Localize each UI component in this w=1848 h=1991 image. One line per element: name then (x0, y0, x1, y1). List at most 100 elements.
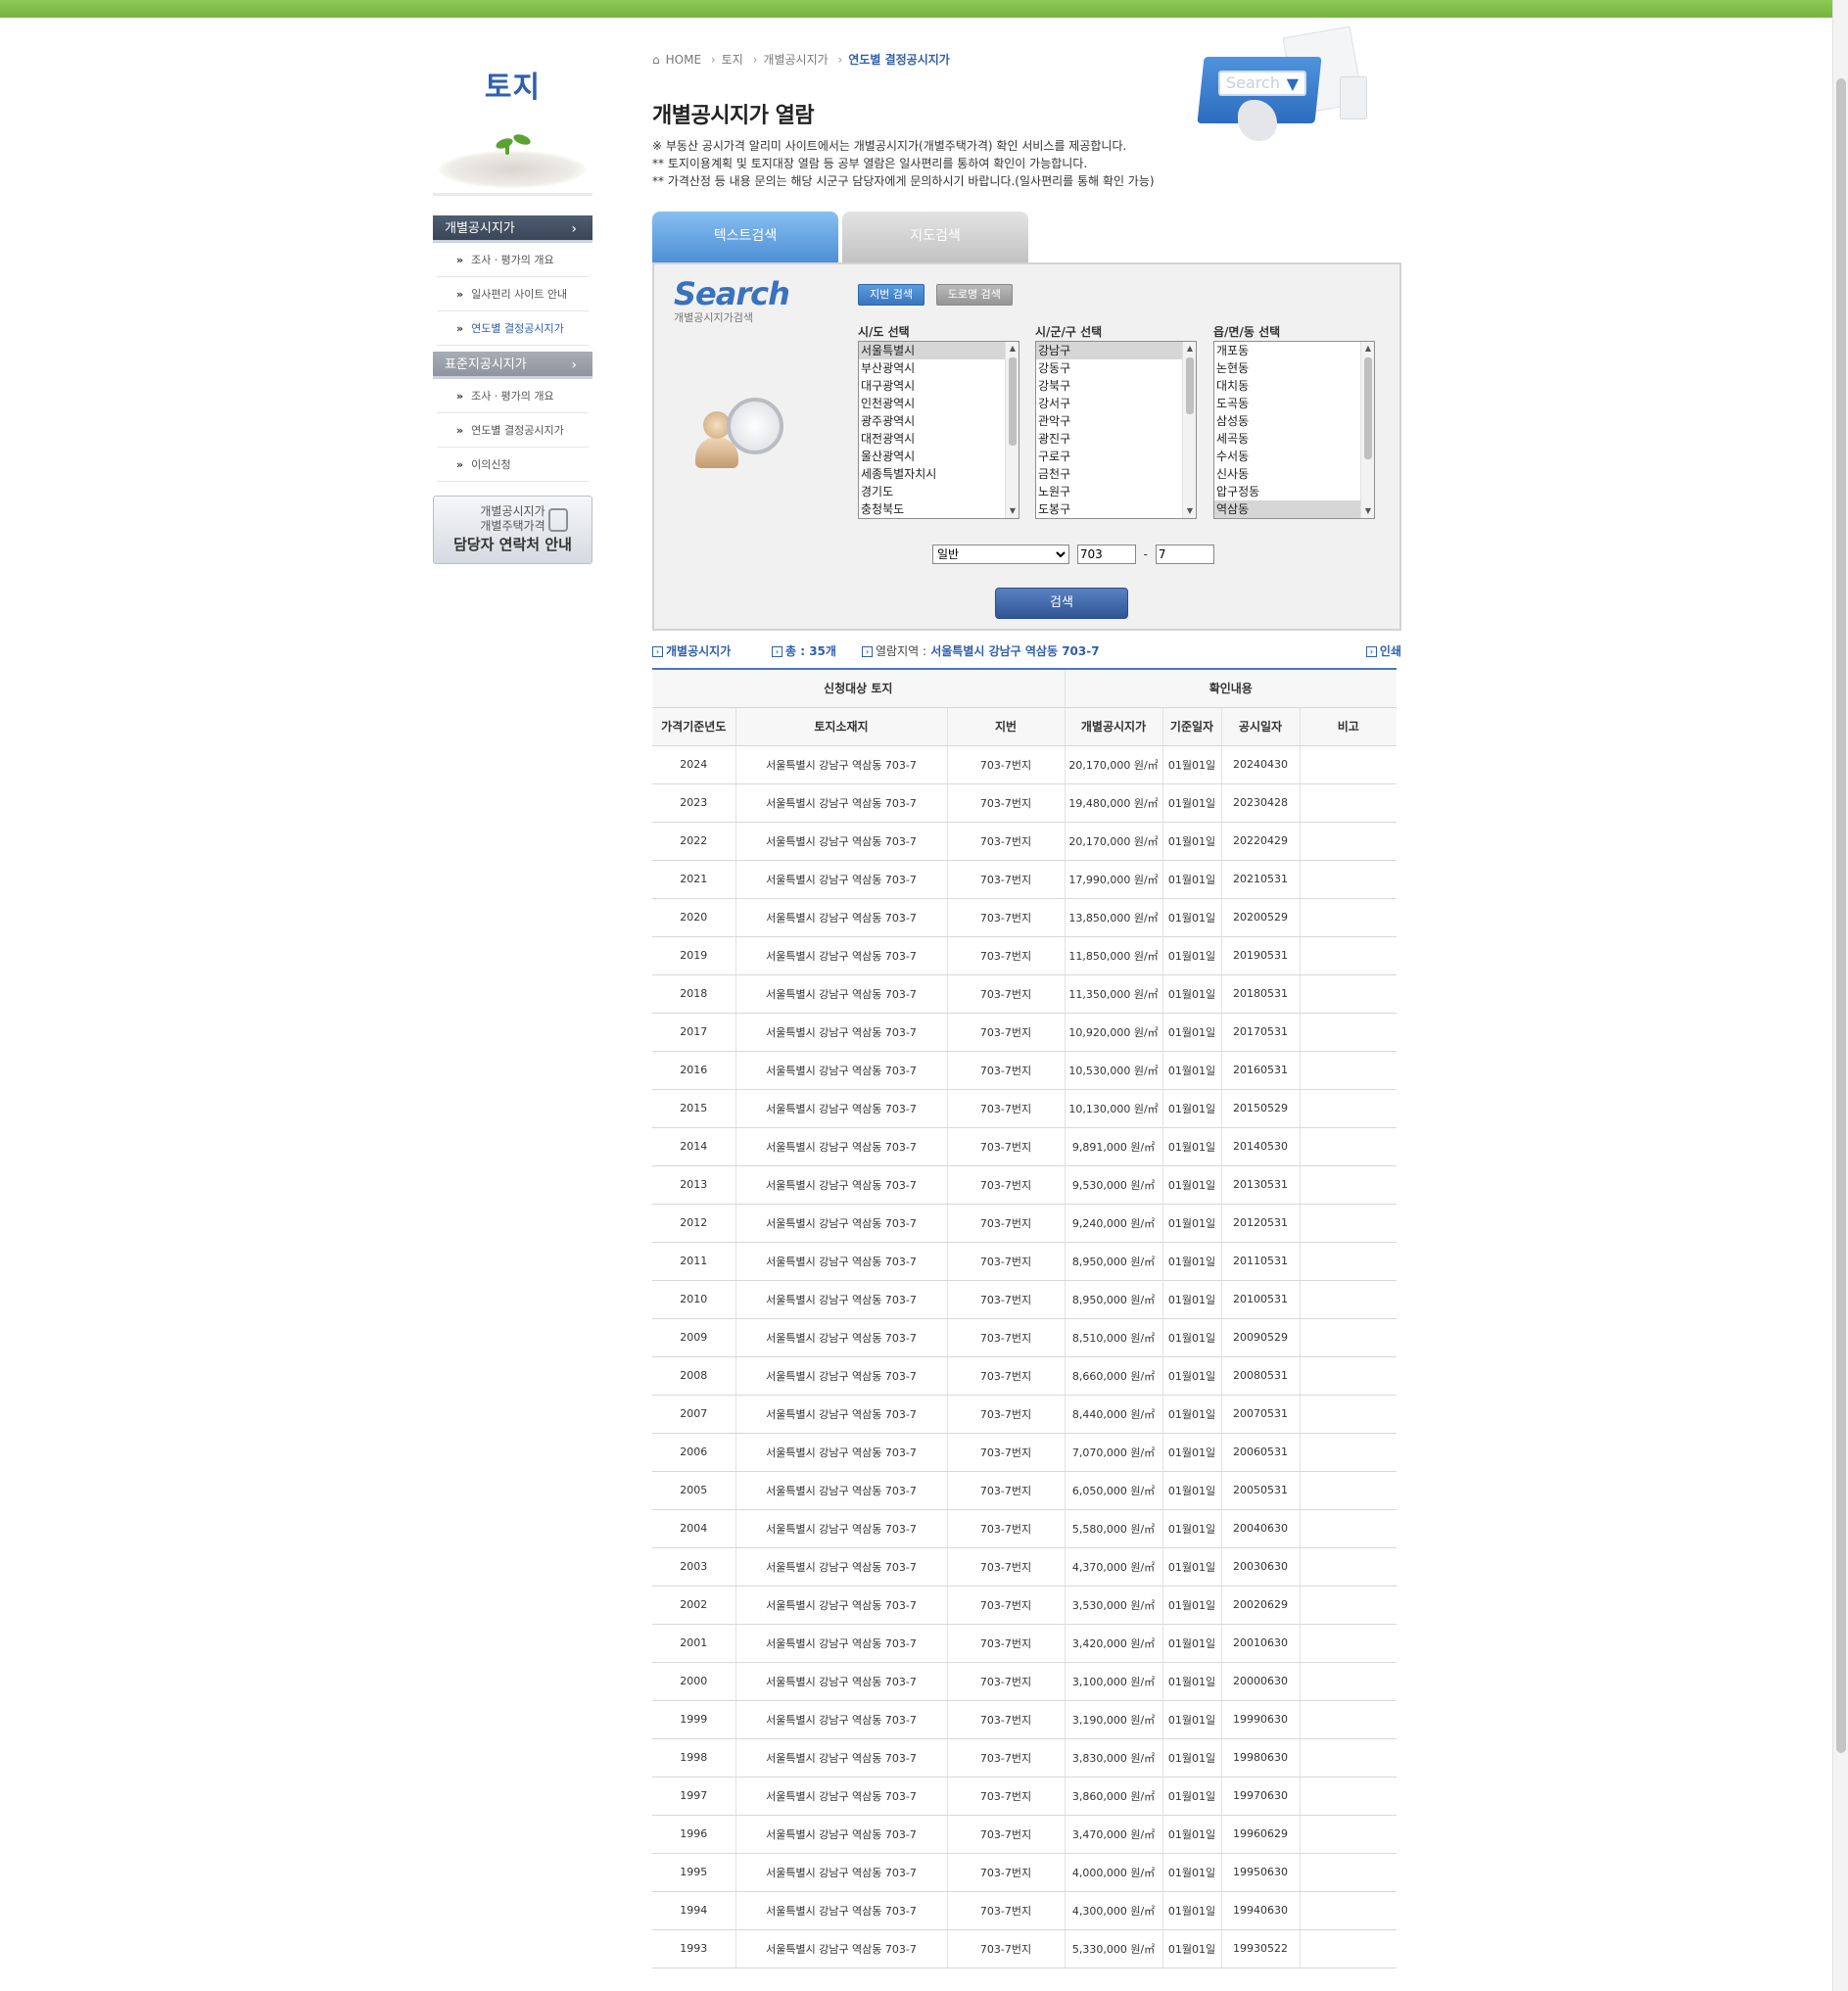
table-cell: 20120531 (1220, 1204, 1300, 1243)
listbox-option[interactable]: 울산광역시 (859, 448, 1019, 465)
listbox-option[interactable]: 서울특별시 (859, 342, 1019, 359)
table-cell: 서울특별시 강남구 역삼동 703-7 (734, 745, 947, 784)
breadcrumb-item[interactable]: 토지 (722, 53, 743, 67)
table-cell: 703-7번지 (946, 1586, 1065, 1625)
sido-label: 시/도 선택 (858, 325, 910, 339)
listbox-option[interactable]: 광진구 (1036, 430, 1196, 448)
table-cell (1299, 783, 1398, 823)
table-cell (1299, 1738, 1398, 1778)
listbox-option[interactable]: 충청북도 (859, 500, 1019, 518)
listbox-option[interactable]: 신사동 (1214, 465, 1374, 483)
contact-info-banner[interactable]: 개별공시지가 개별주택가격 담당자 연락처 안내 (433, 496, 592, 564)
table-row: 2016 서울특별시 강남구 역삼동 703-7 703-7번지 10,530,000… (652, 1051, 1398, 1090)
listbox-option[interactable]: 부산광역시 (859, 359, 1019, 377)
listbox-option[interactable]: 강북구 (1036, 377, 1196, 395)
table-cell: 01월01일 (1161, 1051, 1221, 1090)
table-row: 2024 서울특별시 강남구 역삼동 703-7 703-7번지 20,170,000… (652, 745, 1398, 784)
listbox-option[interactable]: 강서구 (1036, 395, 1196, 412)
listbox-option[interactable]: 경기도 (859, 483, 1019, 500)
table-cell: 2000 (652, 1662, 735, 1701)
table-cell: 9,530,000 원/㎡ (1064, 1165, 1162, 1205)
listbox-scrollbar[interactable]: ▲ ▼ (1005, 342, 1019, 518)
arrow-box-icon: › (1365, 646, 1377, 657)
bubun-input[interactable] (1155, 545, 1214, 564)
land-type-select[interactable]: 일반 (932, 545, 1069, 564)
submenu-item[interactable]: » 이의신청 (437, 448, 589, 482)
table-cell: 9,891,000 원/㎡ (1064, 1127, 1162, 1166)
listbox-option[interactable]: 강남구 (1036, 342, 1196, 359)
submenu-standard: » 조사ㆍ평가의 개요 » 연도별 결정공시지가 » 이의신청 (433, 379, 592, 482)
submenu-item[interactable]: » 연도별 결정공시지가 (437, 413, 589, 448)
listbox-option[interactable]: 대구광역시 (859, 377, 1019, 395)
submenu-item[interactable]: » 일사편리 사이트 안내 (437, 277, 589, 311)
table-cell: 20160531 (1220, 1051, 1300, 1090)
table-row: 1995 서울특별시 강남구 역삼동 703-7 703-7번지 4,000,000 … (652, 1853, 1398, 1892)
listbox-scrollbar[interactable]: ▲ ▼ (1360, 342, 1374, 518)
submenu-item-active[interactable]: » 연도별 결정공시지가 (437, 311, 589, 346)
page-scrollbar[interactable] (1832, 0, 1848, 1991)
menu-standard-land-price[interactable]: 표준지공시지가 › (433, 352, 592, 379)
table-row: 2013 서울특별시 강남구 역삼동 703-7 703-7번지 9,530,000 … (652, 1165, 1398, 1205)
submenu-item[interactable]: » 조사ㆍ평가의 개요 (437, 243, 589, 277)
listbox-option[interactable]: 도곡동 (1214, 395, 1374, 412)
breadcrumb-home[interactable]: HOME (666, 53, 701, 67)
table-cell: 01월01일 (1161, 822, 1221, 861)
jibun-search-button[interactable]: 지번 검색 (858, 284, 924, 306)
table-row: 2000 서울특별시 강남구 역삼동 703-7 703-7번지 3,100,000 … (652, 1662, 1398, 1701)
listbox-scrollbar[interactable]: ▲ ▼ (1182, 342, 1196, 518)
table-cell: 1995 (652, 1853, 735, 1892)
table-cell: 20000630 (1220, 1662, 1300, 1701)
table-cell (1299, 1051, 1398, 1090)
eupmyeondong-select-group: 읍/면/동 선택 개포동 논현동 대치동 도곡동 삼성동 세곡동 수서동 신사동 압구정동 역삼동… (1213, 323, 1375, 519)
table-cell: 3,470,000 원/㎡ (1064, 1815, 1162, 1854)
menu-individual-land-price[interactable]: 개별공시지가 › (433, 215, 592, 243)
table-row: 2002 서울특별시 강남구 역삼동 703-7 703-7번지 3,530,000 … (652, 1586, 1398, 1625)
listbox-option[interactable]: 인천광역시 (859, 395, 1019, 412)
table-cell: 20,170,000 원/㎡ (1064, 822, 1162, 861)
table-cell: 01월01일 (1161, 898, 1221, 937)
listbox-option[interactable]: 구로구 (1036, 448, 1196, 465)
bonbun-input[interactable] (1076, 545, 1136, 564)
listbox-option[interactable]: 논현동 (1214, 359, 1374, 377)
breadcrumb-item[interactable]: 개별공시지가 (763, 53, 828, 67)
table-cell (1299, 1891, 1398, 1930)
listbox-option[interactable]: 노원구 (1036, 483, 1196, 500)
listbox-option[interactable]: 개포동 (1214, 342, 1374, 359)
table-cell: 703-7번지 (946, 1547, 1065, 1587)
submenu-item[interactable]: » 조사ㆍ평가의 개요 (437, 379, 589, 413)
print-button[interactable]: › 인쇄 (1365, 642, 1401, 659)
listbox-option[interactable]: 세곡동 (1214, 430, 1374, 448)
eupmyeondong-listbox[interactable]: 개포동 논현동 대치동 도곡동 삼성동 세곡동 수서동 신사동 압구정동 역삼동 ▲ ▼ (1213, 341, 1375, 519)
listbox-option[interactable]: 광주광역시 (859, 412, 1019, 430)
listbox-option[interactable]: 강동구 (1036, 359, 1196, 377)
table-cell: 서울특별시 강남구 역삼동 703-7 (734, 1700, 947, 1739)
table-cell: 20240430 (1220, 745, 1300, 784)
listbox-option[interactable]: 대치동 (1214, 377, 1374, 395)
table-cell: 서울특별시 강남구 역삼동 703-7 (734, 1891, 947, 1930)
table-cell (1299, 1700, 1398, 1739)
table-cell: 20070531 (1220, 1395, 1300, 1434)
table-cell: 20100531 (1220, 1280, 1300, 1319)
scrollbar-thumb[interactable] (1836, 78, 1846, 1753)
listbox-option[interactable]: 금천구 (1036, 465, 1196, 483)
listbox-option[interactable]: 세종특별자치시 (859, 465, 1019, 483)
table-cell: 3,530,000 원/㎡ (1064, 1586, 1162, 1625)
table-cell: 01월01일 (1161, 1586, 1221, 1625)
listbox-option[interactable]: 역삼동 (1214, 500, 1374, 518)
tab-map-search[interactable]: 지도검색 (842, 212, 1028, 262)
listbox-option[interactable]: 삼성동 (1214, 412, 1374, 430)
listbox-option[interactable]: 도봉구 (1036, 500, 1196, 518)
search-submit-button[interactable]: 검색 (995, 588, 1128, 619)
listbox-option[interactable]: 압구정동 (1214, 483, 1374, 500)
listbox-option[interactable]: 대전광역시 (859, 430, 1019, 448)
top-accent-bar (0, 0, 1848, 18)
listbox-option[interactable]: 관악구 (1036, 412, 1196, 430)
table-cell: 20040630 (1220, 1509, 1300, 1548)
column-header: 지번 (946, 707, 1065, 746)
sigungu-listbox[interactable]: 강남구 강동구 강북구 강서구 관악구 광진구 구로구 금천구 노원구 도봉구 ▲ ▼ (1035, 341, 1197, 519)
road-name-search-button[interactable]: 도로명 검색 (935, 284, 1013, 306)
tab-text-search[interactable]: 텍스트검색 (652, 212, 838, 262)
sido-listbox[interactable]: 서울특별시 부산광역시 대구광역시 인천광역시 광주광역시 대전광역시 울산광역시 세종특별자… (858, 341, 1019, 519)
listbox-option[interactable]: 수서동 (1214, 448, 1374, 465)
table-cell: 2014 (652, 1127, 735, 1166)
